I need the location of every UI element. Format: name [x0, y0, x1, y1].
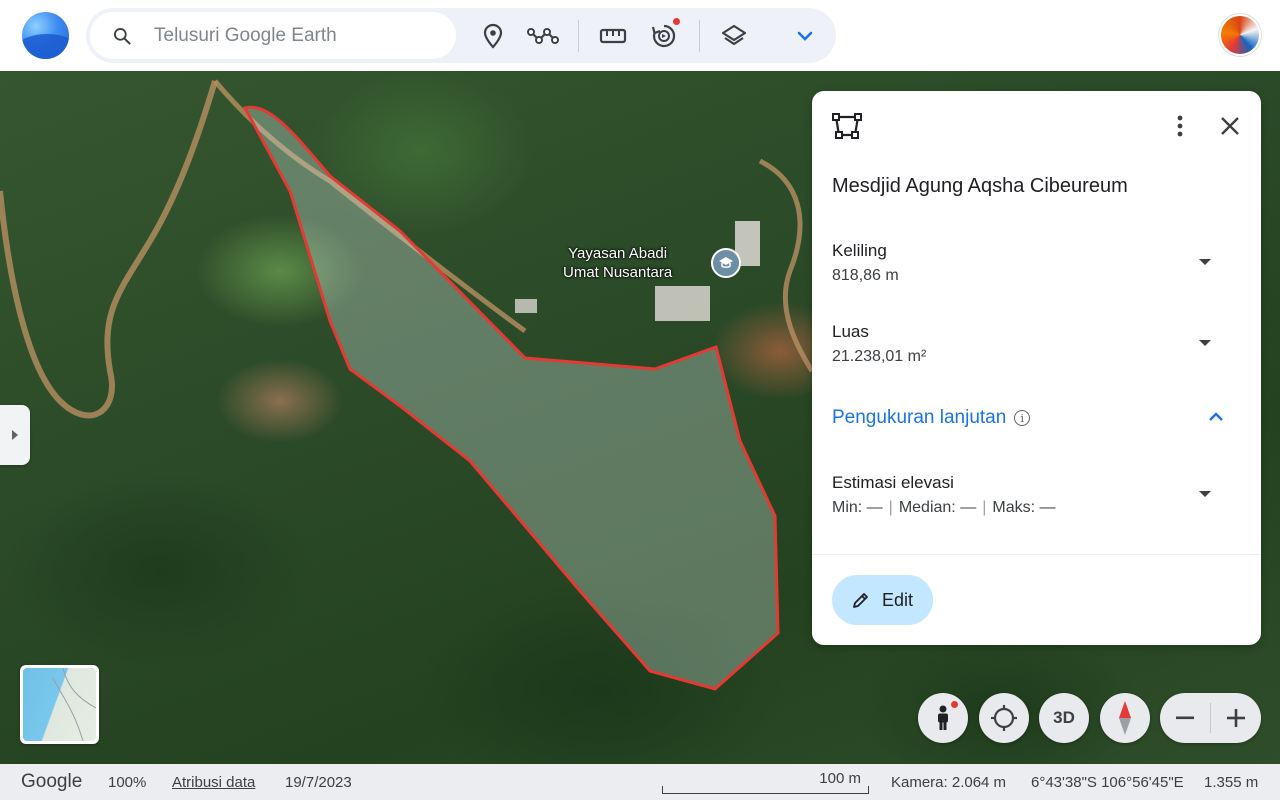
more-options-button[interactable]: [1165, 111, 1195, 141]
scale-bar-label: 100 m: [819, 770, 861, 787]
path-icon: [527, 28, 559, 44]
account-avatar[interactable]: [1219, 14, 1261, 56]
toolbar-divider: [578, 20, 579, 52]
elevation-separator: |: [888, 499, 893, 516]
elevation-separator: |: [982, 499, 987, 516]
search-icon: [114, 27, 131, 44]
chevron-right-icon: [12, 430, 18, 440]
toggle-3d-button[interactable]: 3D: [1039, 693, 1089, 743]
coordinates: 6°43'38"S 106°56'45"E: [1031, 774, 1184, 791]
scale-bar: 100 m: [662, 768, 869, 794]
measured-polygon: [242, 105, 780, 691]
elevation-values: Min: — | Median: — | Maks: —: [832, 499, 1232, 517]
pegman-button[interactable]: [918, 693, 968, 743]
measurement-panel: Mesdjid Agung Aqsha Cibeureum Keliling 8…: [812, 91, 1261, 645]
compass-icon: [1119, 701, 1131, 735]
google-earth-logo[interactable]: [22, 12, 69, 59]
imagery-date: 19/7/2023: [285, 774, 352, 791]
perimeter-value: 818,86 m: [832, 267, 899, 284]
poi-label[interactable]: Yayasan Abadi Umat Nusantara: [563, 244, 672, 282]
area-label: Luas: [832, 322, 869, 341]
scale-bar-line: [662, 786, 869, 794]
notification-dot: [951, 701, 958, 708]
search-box[interactable]: [90, 12, 456, 59]
school-poi-marker[interactable]: [711, 248, 741, 278]
place-pin-icon: [483, 23, 503, 49]
toolbar-divider: [699, 20, 700, 52]
perimeter-label: Keliling: [832, 241, 887, 260]
my-location-button[interactable]: [979, 693, 1029, 743]
status-bar: Google 100% Atribusi data 19/7/2023 100 …: [0, 764, 1280, 800]
minimap-image: [23, 668, 96, 741]
elevation-label: Estimasi elevasi: [832, 473, 954, 492]
toolbar: [86, 8, 836, 63]
pegman-icon: [938, 705, 948, 730]
panel-title: Mesdjid Agung Aqsha Cibeureum: [832, 175, 1128, 197]
elevation-section[interactable]: Estimasi elevasi Min: — | Median: — | Maks: …: [832, 473, 1232, 517]
area-dropdown-icon[interactable]: [1199, 340, 1211, 346]
overview-minimap[interactable]: [20, 665, 99, 744]
map-style-button[interactable]: [713, 15, 755, 57]
camera-altitude: Kamera: 2.064 m: [891, 774, 1007, 791]
zoom-out-button[interactable]: [1160, 693, 1210, 743]
polygon-icon: [830, 109, 864, 143]
crosshair-icon: [991, 705, 1017, 731]
advanced-measurements-label: Pengukuran lanjutan: [832, 407, 1007, 428]
plus-icon: [1227, 709, 1245, 727]
panel-divider: [812, 554, 1261, 555]
expand-sidebar-button[interactable]: [0, 405, 30, 465]
minus-icon: [1176, 716, 1194, 720]
close-icon: [1221, 117, 1239, 135]
elevation-min: Min: —: [832, 499, 883, 516]
chevron-down-icon: [797, 31, 813, 41]
more-tools-button[interactable]: [784, 15, 826, 57]
more-vert-icon: [1177, 115, 1183, 137]
draw-path-button[interactable]: [522, 15, 564, 57]
elevation-median: Median: —: [898, 499, 977, 516]
top-bar: [0, 0, 1280, 71]
measure-button[interactable]: [592, 15, 634, 57]
data-attribution-link[interactable]: Atribusi data: [172, 774, 255, 791]
perimeter-dropdown-icon[interactable]: [1199, 259, 1211, 265]
search-input[interactable]: [154, 24, 434, 47]
graduation-cap-icon: [719, 257, 733, 268]
zoom-controls: [1160, 693, 1261, 743]
google-logo: Google: [21, 771, 83, 792]
elevation-dropdown-icon[interactable]: [1199, 491, 1211, 497]
advanced-measurements-toggle[interactable]: Pengukuran lanjutan i: [832, 407, 1031, 429]
chevron-up-icon: [1209, 412, 1223, 421]
add-placemark-button[interactable]: [472, 15, 514, 57]
notification-dot: [673, 18, 680, 25]
close-button[interactable]: [1215, 111, 1245, 141]
edit-label: Edit: [881, 589, 914, 610]
collapse-advanced-button[interactable]: [1205, 409, 1227, 425]
ruler-icon: [599, 28, 627, 44]
pencil-icon: [853, 593, 868, 608]
elevation-max: Maks: —: [992, 499, 1056, 516]
ground-elevation: 1.355 m: [1204, 774, 1259, 791]
compass-button[interactable]: [1100, 693, 1150, 743]
area-section[interactable]: Luas 21.238,01 m²: [832, 322, 1232, 366]
voyager-icon: [651, 24, 676, 48]
area-value: 21.238,01 m²: [832, 348, 927, 365]
info-icon[interactable]: i: [1014, 410, 1031, 426]
edit-button[interactable]: Edit: [832, 575, 933, 625]
zoom-in-button[interactable]: [1211, 693, 1261, 743]
poi-label-text: Yayasan Abadi Umat Nusantara: [563, 245, 673, 281]
layers-icon: [721, 24, 747, 46]
perimeter-section[interactable]: Keliling 818,86 m: [832, 241, 1232, 285]
zoom-level: 100%: [108, 774, 147, 791]
voyager-button[interactable]: [643, 15, 685, 57]
three-d-label: 3D: [1053, 708, 1075, 727]
